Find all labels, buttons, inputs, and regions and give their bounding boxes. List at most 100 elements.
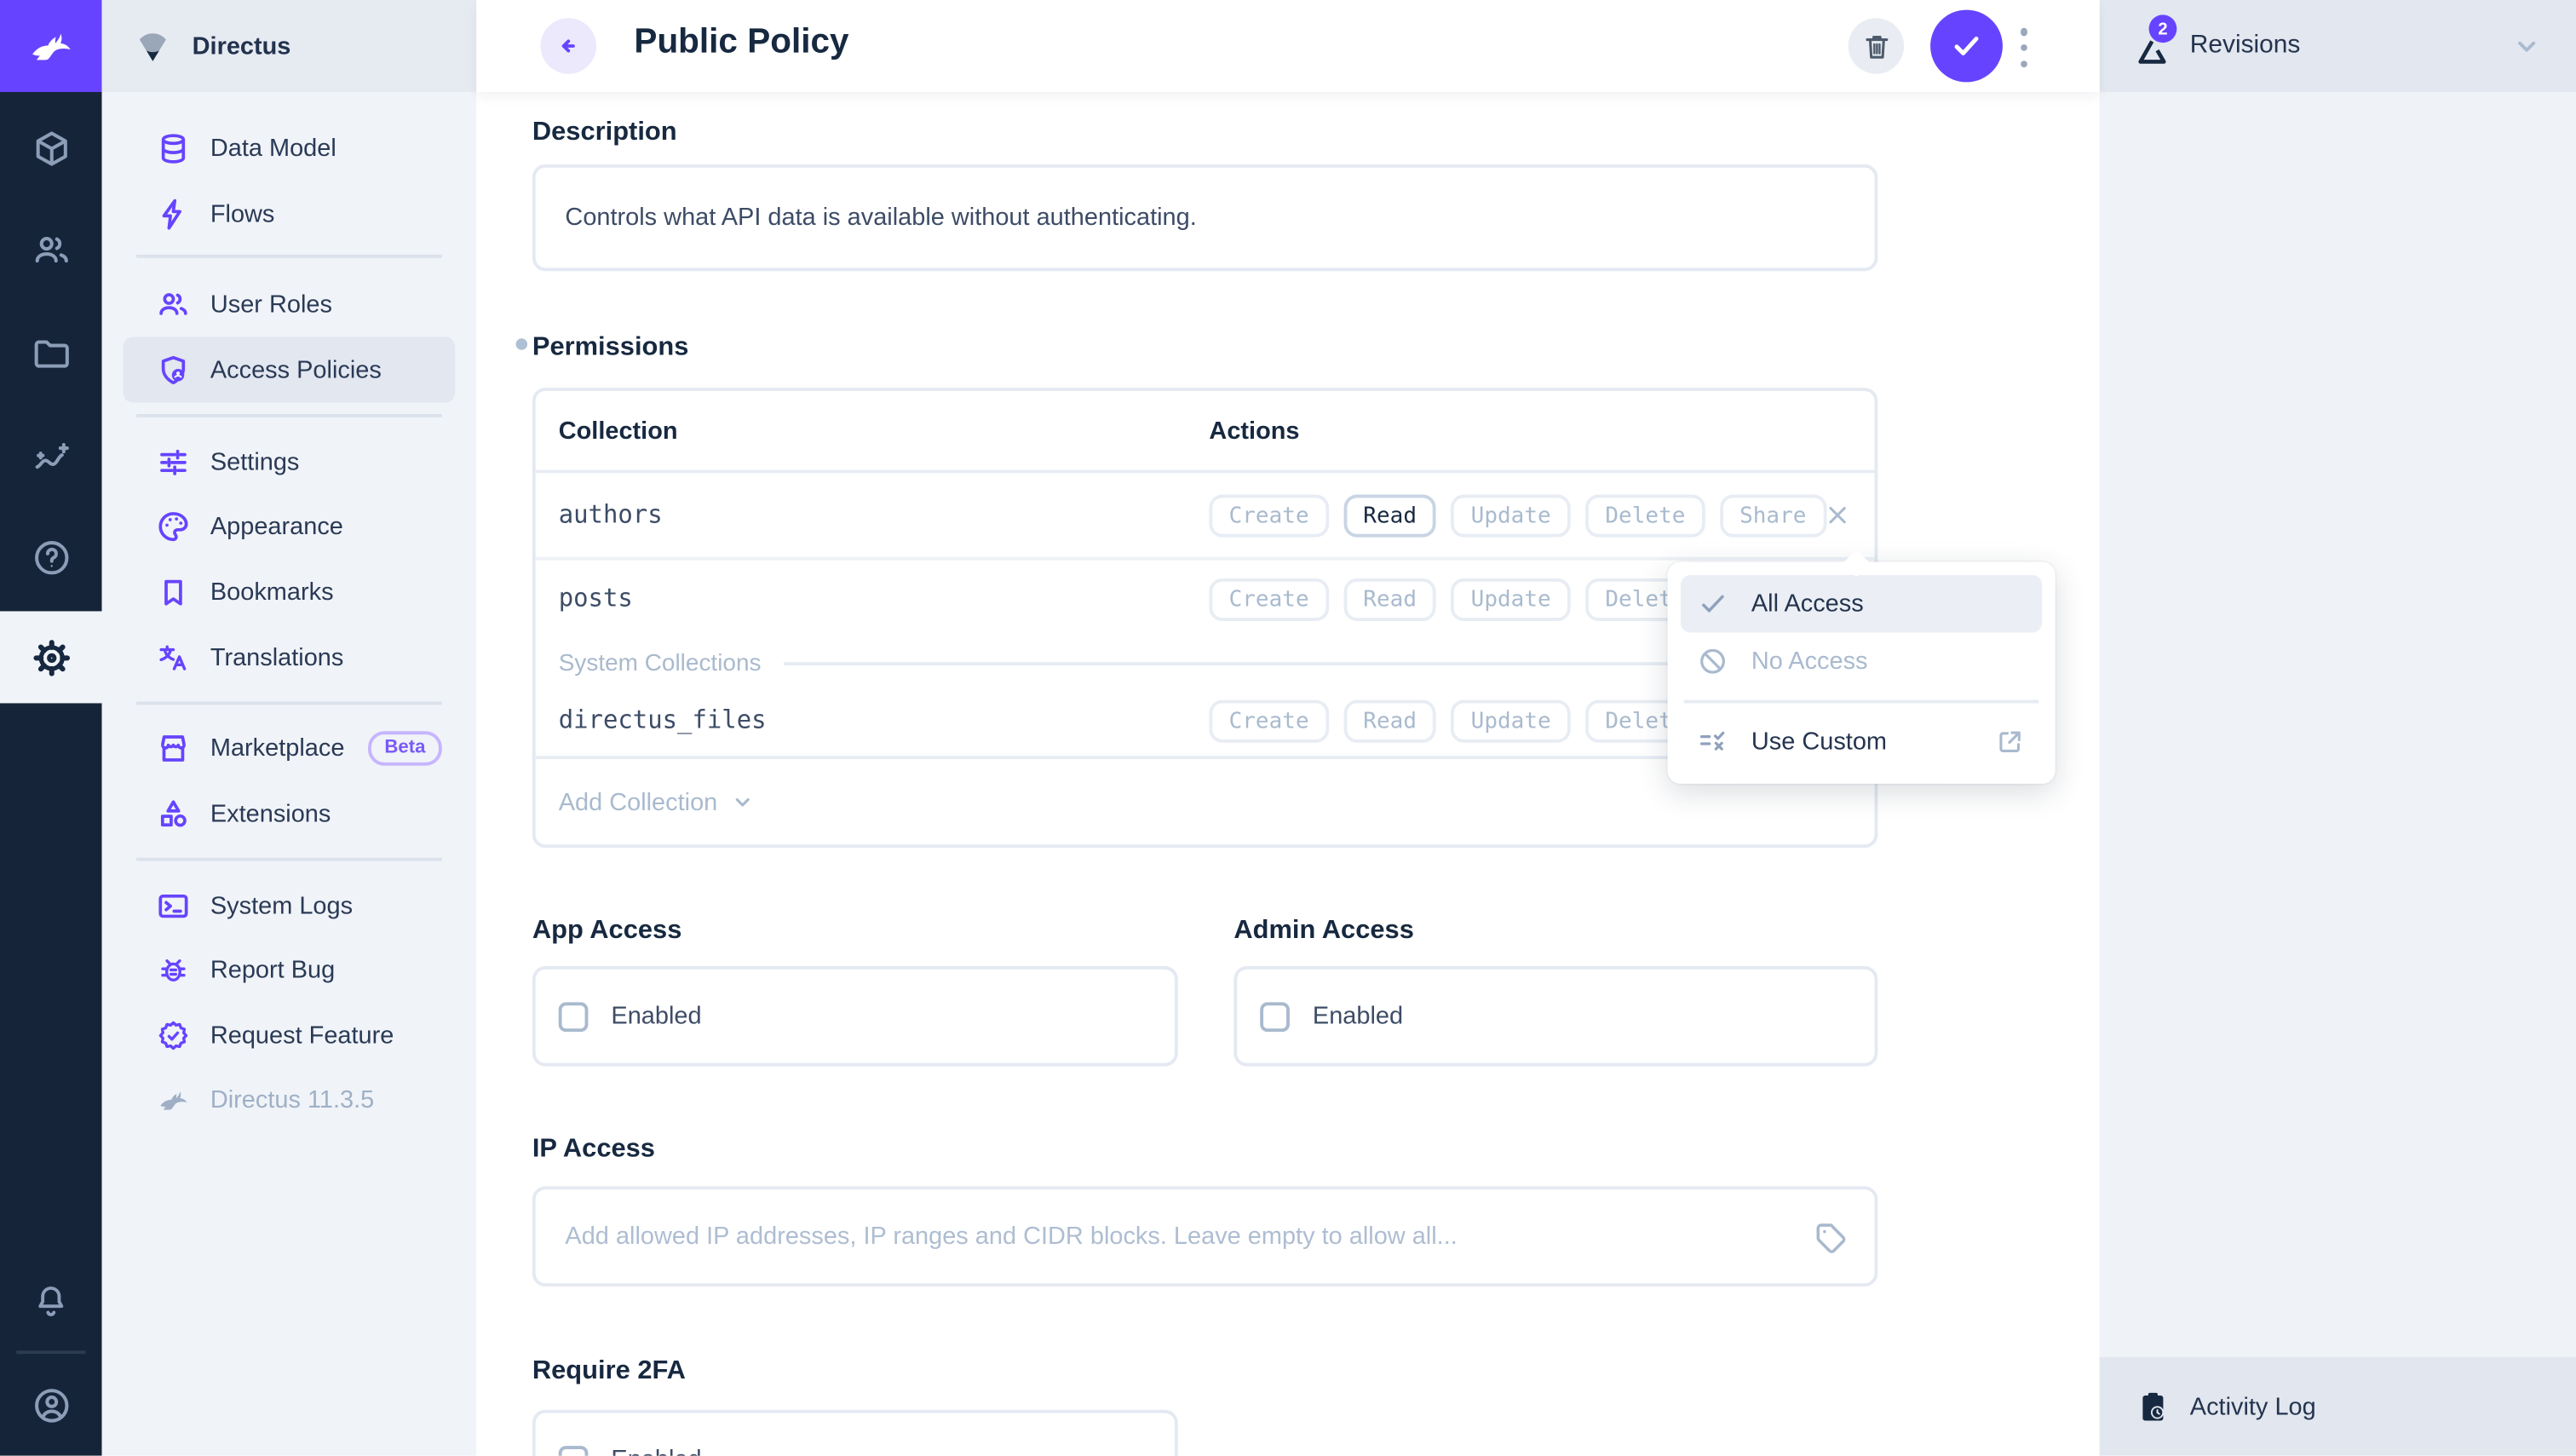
bolt-icon: [156, 196, 190, 230]
sidebar-item-bookmarks[interactable]: Bookmarks: [124, 559, 456, 624]
remove-row-icon[interactable]: [1824, 501, 1852, 529]
revisions-section-header[interactable]: 2 Revisions: [2100, 0, 2576, 92]
action-chip-share[interactable]: Share: [1720, 494, 1826, 537]
bell-icon: [32, 1281, 71, 1321]
collection-name: directus_files: [559, 705, 767, 734]
chevron-down-icon: [2510, 30, 2544, 63]
people-icon: [31, 229, 72, 270]
module-users[interactable]: [0, 214, 102, 286]
people-icon: [156, 287, 190, 321]
description-input[interactable]: Controls what API data is available with…: [532, 164, 1877, 271]
admin-access-checkbox[interactable]: [1260, 1001, 1290, 1031]
right-sidebar: 2 Revisions Activity Log: [2100, 0, 2576, 1456]
sidebar-item-settings[interactable]: Settings: [124, 429, 456, 494]
description-label: Description: [532, 118, 677, 148]
save-button[interactable]: [1930, 10, 2003, 83]
sidebar-item-version: Directus 11.3.5: [124, 1067, 456, 1132]
app-access-checkbox[interactable]: [559, 1001, 589, 1031]
database-icon: [156, 130, 190, 164]
account-icon: [31, 1384, 72, 1425]
version-label: Directus 11.3.5: [210, 1085, 374, 1114]
sidebar-item-user-roles[interactable]: User Roles: [124, 271, 456, 337]
translate-icon: [156, 640, 190, 674]
sidebar-item-label: Access Policies: [210, 356, 382, 384]
sidebar-item-system-logs[interactable]: System Logs: [124, 872, 456, 938]
sidebar-item-extensions[interactable]: Extensions: [124, 780, 456, 846]
require-2fa-checkbox[interactable]: [559, 1445, 589, 1456]
back-button[interactable]: [540, 18, 596, 74]
menu-item-no-access[interactable]: No Access: [1681, 632, 2042, 689]
module-content[interactable]: [0, 112, 102, 184]
module-insights[interactable]: [0, 421, 102, 493]
sidebar-item-marketplace[interactable]: Marketplace Beta: [124, 715, 456, 780]
sidebar-item-label: Appearance: [210, 512, 343, 540]
directus-logo-button[interactable]: [0, 0, 102, 92]
page-header: Public Policy: [476, 0, 2099, 92]
project-header[interactable]: Directus: [102, 0, 477, 92]
award-check-icon: [156, 1018, 190, 1053]
admin-access-label: Admin Access: [1233, 917, 1414, 947]
require-2fa-checkbox-label: Enabled: [611, 1446, 701, 1456]
user-menu-button[interactable]: [0, 1368, 102, 1441]
block-icon: [1697, 646, 1728, 677]
action-chip-update[interactable]: Update: [1451, 494, 1570, 537]
column-header-collection: Collection: [559, 417, 678, 446]
tag-icon: [1812, 1218, 1848, 1254]
table-header-row: Collection Actions: [536, 391, 1875, 473]
activity-log-label: Activity Log: [2190, 1392, 2316, 1420]
sidebar-item-label: Flows: [210, 199, 275, 227]
action-chip-create[interactable]: Create: [1209, 578, 1328, 621]
action-chip-read[interactable]: Read: [1343, 578, 1436, 621]
notifications-button[interactable]: [0, 1265, 102, 1338]
action-chips: Create Read Update Delete Share: [1209, 476, 1826, 555]
sidebar-item-label: Request Feature: [210, 1022, 394, 1050]
box-icon: [31, 127, 72, 168]
action-chip-create[interactable]: Create: [1209, 700, 1328, 743]
nav-divider: [136, 414, 442, 417]
action-chip-update[interactable]: Update: [1451, 578, 1570, 621]
more-options-button[interactable]: [2014, 28, 2033, 67]
ip-access-label: IP Access: [532, 1136, 655, 1165]
sidebar-item-data-model[interactable]: Data Model: [124, 115, 456, 181]
open-in-new-icon: [1994, 726, 2026, 757]
sidebar-item-flows[interactable]: Flows: [124, 181, 456, 246]
menu-item-use-custom[interactable]: Use Custom: [1681, 713, 2042, 770]
bug-icon: [156, 952, 190, 987]
tune-icon: [156, 445, 190, 479]
sidebar-item-report-bug[interactable]: Report Bug: [124, 936, 456, 1002]
menu-item-label: All Access: [1751, 590, 1864, 618]
module-help[interactable]: [0, 521, 102, 593]
sidebar-item-appearance[interactable]: Appearance: [124, 493, 456, 559]
module-settings-active[interactable]: [0, 611, 102, 703]
action-chip-delete[interactable]: Delete: [1585, 494, 1705, 537]
shield-user-icon: [156, 353, 190, 387]
action-chip-create[interactable]: Create: [1209, 494, 1328, 537]
activity-log-bar[interactable]: Activity Log: [2100, 1357, 2576, 1456]
menu-item-all-access[interactable]: All Access: [1681, 575, 2042, 632]
chevron-down-icon: [729, 789, 756, 815]
action-chip-update[interactable]: Update: [1451, 700, 1570, 743]
delete-button[interactable]: [1849, 18, 1905, 74]
project-status-icon: [131, 25, 174, 67]
revisions-label: Revisions: [2190, 32, 2301, 61]
insights-icon: [31, 436, 72, 477]
sidebar-item-label: System Logs: [210, 891, 353, 919]
beta-badge: Beta: [368, 730, 442, 764]
system-collections-label: System Collections: [559, 650, 762, 676]
action-chip-read[interactable]: Read: [1343, 700, 1436, 743]
checkmark-icon: [1697, 588, 1728, 619]
app-access-checkbox-label: Enabled: [611, 1002, 701, 1030]
module-bar-divider: [16, 1350, 85, 1354]
sidebar-item-label: Bookmarks: [210, 578, 334, 606]
ip-access-input[interactable]: Add allowed IP addresses, IP ranges and …: [532, 1186, 1877, 1286]
sidebar-item-request-feature[interactable]: Request Feature: [124, 1002, 456, 1068]
sidebar-item-access-policies[interactable]: Access Policies: [124, 337, 456, 402]
revisions-count-badge: 2: [2149, 14, 2177, 43]
admin-access-field: Enabled: [1233, 966, 1877, 1067]
module-files[interactable]: [0, 317, 102, 389]
action-chip-read-active[interactable]: Read: [1343, 494, 1436, 537]
sidebar-item-label: Translations: [210, 643, 344, 671]
sidebar-item-translations[interactable]: Translations: [124, 624, 456, 690]
directus-rabbit-icon: [156, 1082, 190, 1117]
sidebar-item-label: Extensions: [210, 799, 331, 827]
